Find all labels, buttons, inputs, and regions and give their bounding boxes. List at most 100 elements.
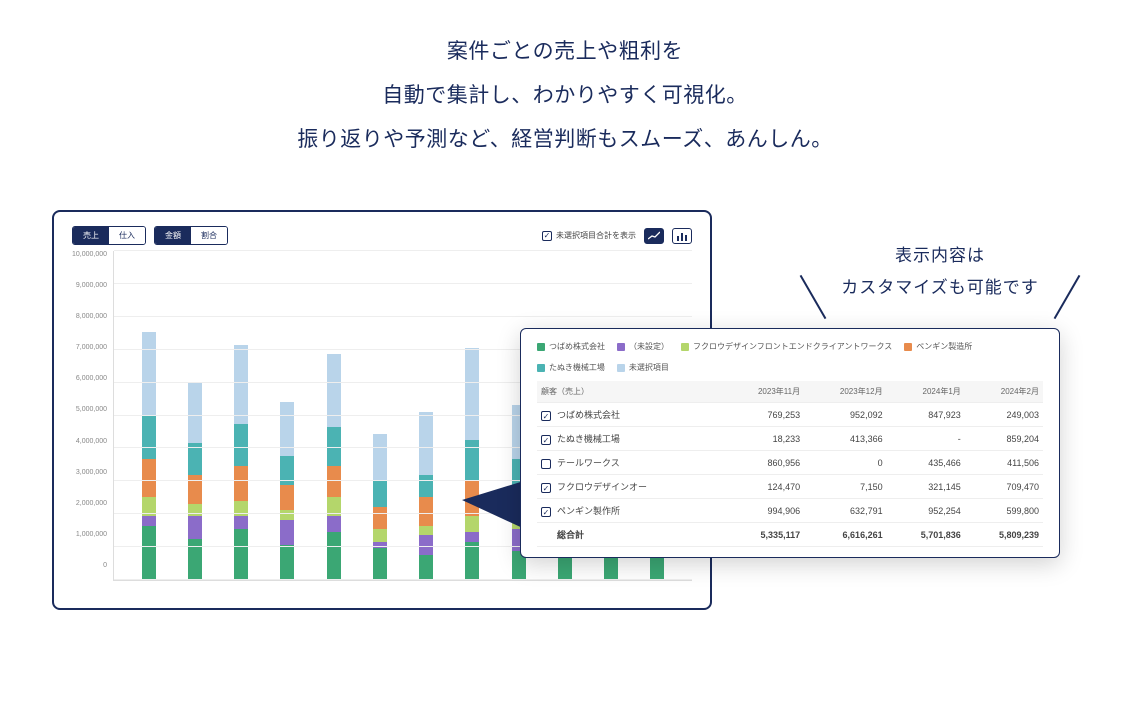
cell-value: 769,253	[723, 403, 805, 427]
legend-item: つばめ株式会社	[537, 341, 605, 352]
bar-segment	[373, 507, 387, 529]
cell-value: 124,470	[723, 475, 805, 499]
cell-value: 249,003	[965, 403, 1043, 427]
headline-line-1: 案件ごとの売上や粗利を	[0, 30, 1130, 74]
cell-value: 411,506	[965, 451, 1043, 475]
cell-value: 413,366	[804, 427, 887, 451]
bar-segment	[419, 535, 433, 554]
btn-purchase[interactable]: 仕入	[109, 227, 145, 244]
bar-column	[126, 332, 172, 580]
bar-column	[172, 383, 218, 580]
bar-column	[357, 434, 403, 580]
legend-label: ペンギン製造所	[916, 341, 972, 352]
bar-segment	[280, 510, 294, 520]
bar-segment	[419, 412, 433, 476]
row-name: テールワークス	[557, 458, 620, 468]
row-checkbox[interactable]	[541, 411, 551, 421]
table-row: テールワークス860,9560435,466411,506	[537, 451, 1043, 475]
bar-segment	[234, 424, 248, 465]
bar-segment	[419, 475, 433, 497]
legend-item: （未設定）	[617, 341, 669, 352]
legend-label: フクロウデザインフロントエンドクライアントワークス	[693, 341, 892, 352]
legend-label: （未設定）	[629, 341, 669, 352]
total-value: 6,616,261	[804, 523, 887, 547]
bar-column	[218, 345, 264, 580]
table-row: フクロウデザインオー124,4707,150321,145709,470	[537, 475, 1043, 499]
toggle-sales-purchase: 売上 仕入	[72, 226, 146, 245]
table-row: つばめ株式会社769,253952,092847,923249,003	[537, 403, 1043, 427]
row-name: フクロウデザインオー	[557, 482, 647, 492]
headline: 案件ごとの売上や粗利を 自動で集計し、わかりやすく可視化。 振り返りや予測など、…	[0, 0, 1130, 162]
row-name: たぬき機械工場	[557, 434, 620, 444]
cell-value: 709,470	[965, 475, 1043, 499]
row-checkbox[interactable]	[541, 507, 551, 517]
y-tick: 4,000,000	[72, 438, 107, 445]
checkbox-icon	[542, 231, 552, 241]
bar-segment	[327, 532, 341, 580]
stacked-bar[interactable]	[280, 402, 294, 580]
bar-segment	[142, 415, 156, 460]
bar-segment	[373, 481, 387, 506]
bar-segment	[465, 440, 479, 481]
btn-sales[interactable]: 売上	[73, 227, 109, 244]
headline-line-3: 振り返りや予測など、経営判断もスムーズ、あんしん。	[0, 118, 1130, 162]
stacked-bar[interactable]	[373, 434, 387, 580]
bar-segment	[280, 485, 294, 510]
stacked-bar[interactable]	[234, 345, 248, 580]
stacked-bar[interactable]	[188, 383, 202, 580]
bar-segment	[327, 354, 341, 427]
legend-swatch	[617, 343, 625, 351]
y-tick: 1,000,000	[72, 531, 107, 538]
annotation-line-2: カスタマイズも可能です	[790, 272, 1090, 304]
stacked-bar[interactable]	[142, 332, 156, 580]
bar-segment	[373, 529, 387, 542]
table-row: たぬき機械工場18,233413,366-859,204	[537, 427, 1043, 451]
bar-segment	[373, 548, 387, 580]
bar-chart-icon[interactable]	[672, 228, 692, 244]
legend-swatch	[681, 343, 689, 351]
bar-column	[403, 412, 449, 581]
bar-segment	[188, 539, 202, 580]
toolbar: 売上 仕入 金額 割合 未選択項目合計を表示	[72, 226, 692, 245]
legend-item: ペンギン製造所	[904, 341, 972, 352]
show-unselected-checkbox[interactable]: 未選択項目合計を表示	[542, 230, 636, 241]
annotation: 表示内容は カスタマイズも可能です	[790, 240, 1090, 305]
row-checkbox[interactable]	[541, 459, 551, 469]
bar-segment	[234, 516, 248, 529]
stacked-bar[interactable]	[419, 412, 433, 581]
row-checkbox[interactable]	[541, 435, 551, 445]
headline-line-2: 自動で集計し、わかりやすく可視化。	[0, 74, 1130, 118]
y-tick: 6,000,000	[72, 375, 107, 382]
bar-segment	[419, 497, 433, 526]
col-month: 2023年11月	[723, 381, 805, 403]
y-tick: 3,000,000	[72, 469, 107, 476]
legend: つばめ株式会社 （未設定） フクロウデザインフロントエンドクライアントワークス ペンギ…	[537, 341, 1043, 373]
bar-segment	[419, 555, 433, 580]
cell-value: 860,956	[723, 451, 805, 475]
line-chart-icon[interactable]	[644, 228, 664, 244]
bar-segment	[465, 348, 479, 440]
table-total-row: 総合計5,335,1176,616,2615,701,8365,809,239	[537, 523, 1043, 547]
y-tick: 8,000,000	[72, 313, 107, 320]
btn-ratio[interactable]: 割合	[191, 227, 227, 244]
bar-segment	[234, 529, 248, 580]
cell-value: 952,254	[887, 499, 965, 523]
bar-segment	[280, 545, 294, 580]
bar-segment	[327, 516, 341, 532]
cell-value: 994,906	[723, 499, 805, 523]
col-month: 2023年12月	[804, 381, 887, 403]
total-value: 5,701,836	[887, 523, 965, 547]
cell-value: 847,923	[887, 403, 965, 427]
cell-value: 0	[804, 451, 887, 475]
btn-amount[interactable]: 金額	[155, 227, 191, 244]
callout-pointer	[462, 480, 527, 530]
bar-segment	[465, 532, 479, 542]
toggle-amount-ratio: 金額 割合	[154, 226, 228, 245]
y-tick: 2,000,000	[72, 500, 107, 507]
bar-segment	[373, 434, 387, 482]
bar-segment	[234, 345, 248, 425]
row-checkbox[interactable]	[541, 483, 551, 493]
bar-segment	[188, 383, 202, 443]
legend-swatch	[617, 364, 625, 372]
legend-swatch	[537, 364, 545, 372]
